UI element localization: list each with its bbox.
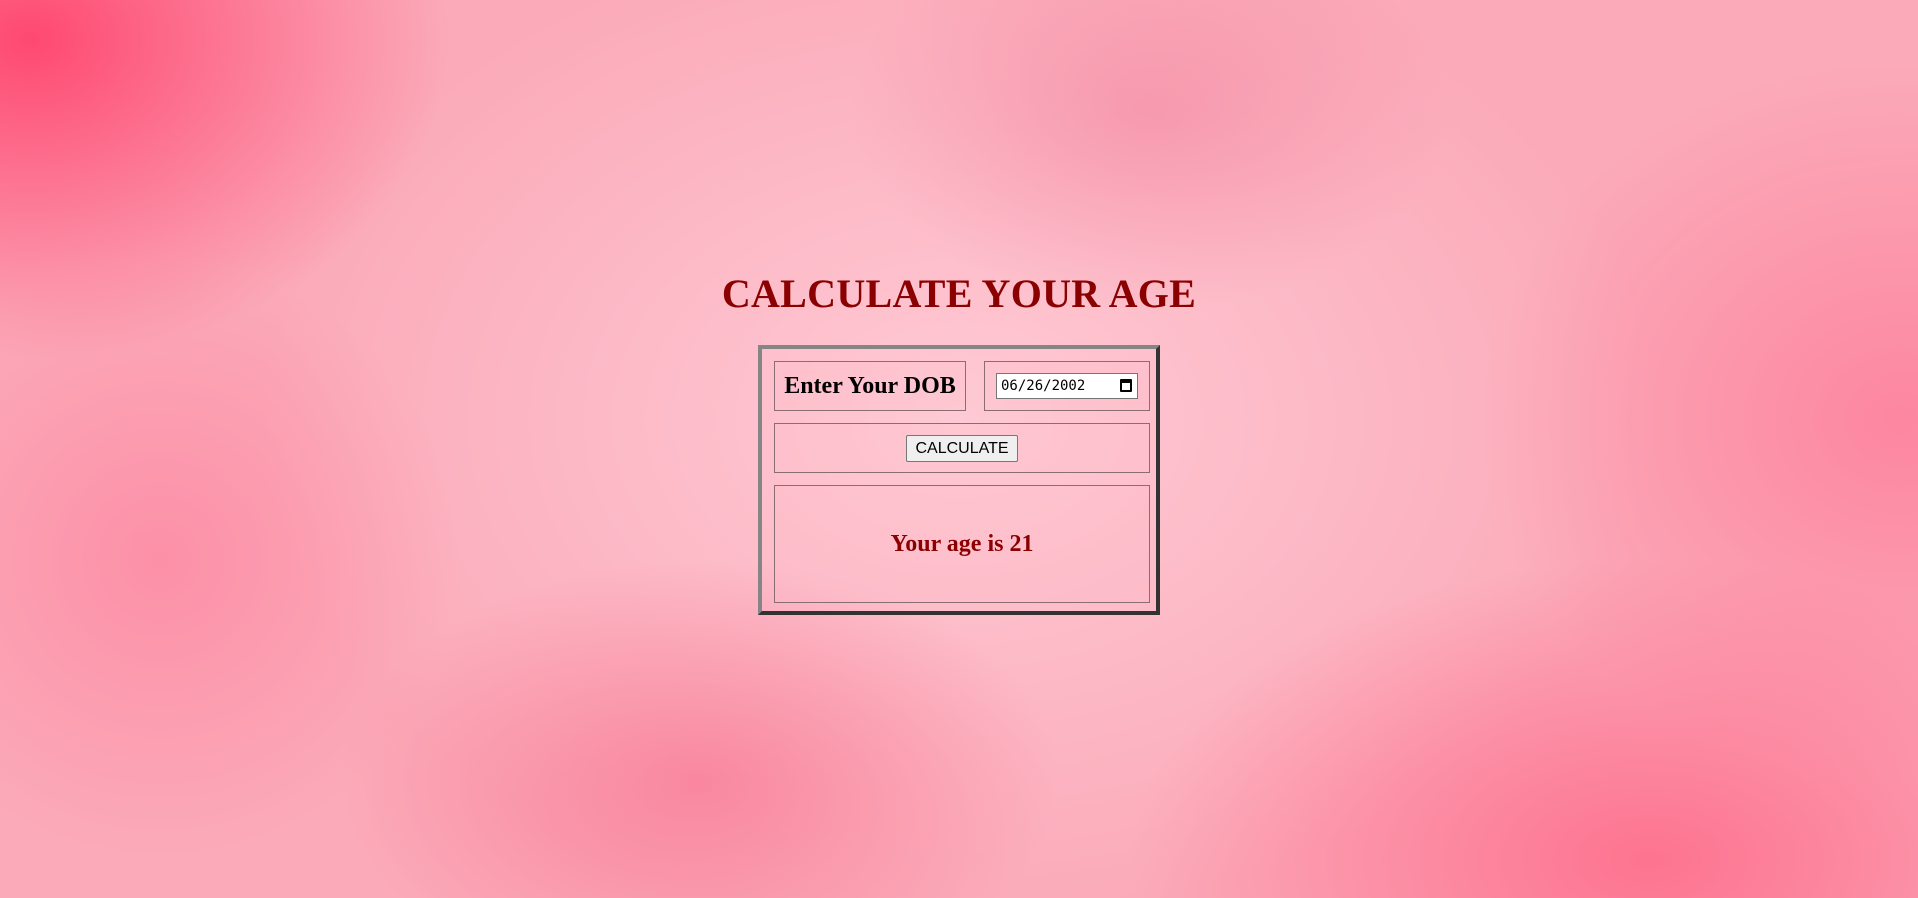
page-title: CALCULATE YOUR AGE [721,271,1197,316]
dob-input-cell: 06/26/2002 [984,361,1150,411]
dob-label: Enter Your DOB [784,372,956,399]
dob-date-value: 06/26/2002 [1001,378,1086,394]
age-result-text: Your age is 21 [890,530,1034,557]
dob-label-cell: Enter Your DOB [774,361,966,411]
page-container: CALCULATE YOUR AGE Enter Your DOB 06/26/… [0,0,1918,898]
result-cell: Your age is 21 [774,485,1150,603]
calculate-button[interactable]: CALCULATE [906,434,1018,462]
dob-date-input[interactable]: 06/26/2002 [996,373,1138,399]
age-calculator-panel: Enter Your DOB 06/26/2002 CALCULATE Your… [758,345,1160,615]
calendar-icon[interactable] [1120,379,1132,392]
calculate-button-cell: CALCULATE [774,423,1150,473]
